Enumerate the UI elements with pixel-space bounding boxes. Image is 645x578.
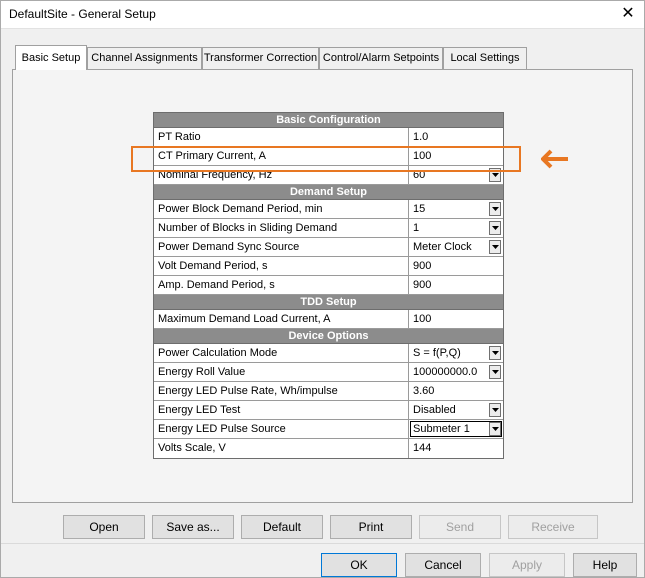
power-calculation-mode-value: S = f(P,Q): [413, 347, 461, 359]
volt-demand-period-value: 900: [413, 260, 432, 272]
power-demand-sync-source-value: Meter Clock: [413, 241, 472, 253]
ok-button[interactable]: OK: [321, 553, 397, 577]
amp-demand-period-value: 900: [413, 279, 432, 291]
chevron-down-icon[interactable]: [489, 346, 501, 360]
section-demand-setup: Demand Setup: [154, 185, 503, 200]
max-demand-load-current-label: Maximum Demand Load Current, A: [154, 310, 409, 328]
energy-led-pulse-source-label: Energy LED Pulse Source: [154, 420, 409, 438]
nominal-frequency-value: 60: [413, 169, 426, 181]
ct-primary-current-label: CT Primary Current, A: [154, 147, 409, 165]
apply-button[interactable]: Apply: [489, 553, 565, 577]
row-volts-scale: Volts Scale, V 144: [154, 439, 503, 458]
volts-scale-value: 144: [413, 442, 432, 454]
energy-roll-value-value: 100000000.0: [413, 366, 478, 378]
nominal-frequency-select[interactable]: 60: [409, 166, 503, 184]
open-button[interactable]: Open: [63, 515, 145, 539]
volt-demand-period-input[interactable]: 900: [409, 257, 503, 275]
print-button[interactable]: Print: [330, 515, 412, 539]
window-title: DefaultSite - General Setup: [9, 7, 156, 21]
chevron-down-icon[interactable]: [489, 403, 501, 417]
chevron-down-icon[interactable]: [489, 422, 501, 436]
row-power-calculation-mode: Power Calculation Mode S = f(P,Q): [154, 344, 503, 363]
arrow-left-icon: [541, 149, 568, 169]
ct-primary-current-value: 100: [413, 150, 432, 162]
save-as-button[interactable]: Save as...: [152, 515, 234, 539]
tab-local-settings[interactable]: Local Settings: [443, 47, 527, 70]
row-volt-demand-period: Volt Demand Period, s 900: [154, 257, 503, 276]
chevron-down-icon[interactable]: [489, 202, 501, 216]
section-tdd-setup: TDD Setup: [154, 295, 503, 310]
power-demand-sync-source-label: Power Demand Sync Source: [154, 238, 409, 256]
energy-led-pulse-rate-value: 3.60: [413, 385, 435, 397]
chevron-down-icon[interactable]: [489, 221, 501, 235]
row-number-of-blocks: Number of Blocks in Sliding Demand 1: [154, 219, 503, 238]
row-energy-led-test: Energy LED Test Disabled: [154, 401, 503, 420]
row-nominal-frequency: Nominal Frequency, Hz 60: [154, 166, 503, 185]
pt-ratio-label: PT Ratio: [154, 128, 409, 146]
power-block-demand-period-value: 15: [413, 203, 426, 215]
row-ct-primary-current: CT Primary Current, A 100: [154, 147, 503, 166]
row-power-demand-sync-source: Power Demand Sync Source Meter Clock: [154, 238, 503, 257]
max-demand-load-current-input[interactable]: 100: [409, 310, 503, 328]
power-block-demand-period-label: Power Block Demand Period, min: [154, 200, 409, 218]
power-block-demand-period-select[interactable]: 15: [409, 200, 503, 218]
row-energy-led-pulse-rate: Energy LED Pulse Rate, Wh/impulse 3.60: [154, 382, 503, 401]
send-button[interactable]: Send: [419, 515, 501, 539]
energy-led-pulse-rate-input[interactable]: 3.60: [409, 382, 503, 400]
title-bar: DefaultSite - General Setup ✕: [1, 1, 644, 29]
chevron-down-icon[interactable]: [489, 365, 501, 379]
number-of-blocks-label: Number of Blocks in Sliding Demand: [154, 219, 409, 237]
tab-basic-setup[interactable]: Basic Setup: [15, 45, 87, 70]
section-basic-configuration: Basic Configuration: [154, 113, 503, 128]
energy-roll-value-select[interactable]: 100000000.0: [409, 363, 503, 381]
footer-divider: [1, 543, 644, 544]
power-calculation-mode-label: Power Calculation Mode: [154, 344, 409, 362]
amp-demand-period-label: Amp. Demand Period, s: [154, 276, 409, 294]
nominal-frequency-label: Nominal Frequency, Hz: [154, 166, 409, 184]
help-button[interactable]: Help: [573, 553, 637, 577]
energy-led-pulse-rate-label: Energy LED Pulse Rate, Wh/impulse: [154, 382, 409, 400]
cancel-button[interactable]: Cancel: [405, 553, 481, 577]
pt-ratio-value: 1.0: [413, 131, 429, 143]
max-demand-load-current-value: 100: [413, 313, 432, 325]
default-button[interactable]: Default: [241, 515, 323, 539]
row-pt-ratio: PT Ratio 1.0: [154, 128, 503, 147]
row-energy-led-pulse-source: Energy LED Pulse Source Submeter 1: [154, 420, 503, 439]
volts-scale-input[interactable]: 144: [409, 439, 503, 458]
row-max-demand-load-current: Maximum Demand Load Current, A 100: [154, 310, 503, 329]
close-icon[interactable]: ✕: [616, 3, 640, 25]
number-of-blocks-select[interactable]: 1: [409, 219, 503, 237]
row-amp-demand-period: Amp. Demand Period, s 900: [154, 276, 503, 295]
tab-control-alarm-setpoints[interactable]: Control/Alarm Setpoints: [319, 47, 443, 70]
dialog-window: DefaultSite - General Setup ✕ Basic Setu…: [0, 0, 645, 578]
number-of-blocks-value: 1: [413, 222, 420, 234]
amp-demand-period-input[interactable]: 900: [409, 276, 503, 294]
energy-led-test-label: Energy LED Test: [154, 401, 409, 419]
tab-channel-assignments[interactable]: Channel Assignments: [87, 47, 202, 70]
volts-scale-label: Volts Scale, V: [154, 439, 409, 458]
row-energy-roll-value: Energy Roll Value 100000000.0: [154, 363, 503, 382]
tab-transformer-correction[interactable]: Transformer Correction: [202, 47, 319, 70]
energy-roll-value-label: Energy Roll Value: [154, 363, 409, 381]
energy-led-pulse-source-value: Submeter 1: [413, 423, 470, 435]
power-calculation-mode-select[interactable]: S = f(P,Q): [409, 344, 503, 362]
chevron-down-icon[interactable]: [489, 168, 501, 182]
energy-led-test-value: Disabled: [413, 404, 456, 416]
pt-ratio-input[interactable]: 1.0: [409, 128, 503, 146]
section-device-options: Device Options: [154, 329, 503, 344]
receive-button[interactable]: Receive: [508, 515, 598, 539]
power-demand-sync-source-select[interactable]: Meter Clock: [409, 238, 503, 256]
energy-led-test-select[interactable]: Disabled: [409, 401, 503, 419]
row-power-block-demand-period: Power Block Demand Period, min 15: [154, 200, 503, 219]
energy-led-pulse-source-select[interactable]: Submeter 1: [409, 420, 503, 438]
volt-demand-period-label: Volt Demand Period, s: [154, 257, 409, 275]
settings-grid: Basic Configuration PT Ratio 1.0 CT Prim…: [153, 112, 504, 459]
ct-primary-current-input[interactable]: 100: [409, 147, 503, 165]
chevron-down-icon[interactable]: [489, 240, 501, 254]
